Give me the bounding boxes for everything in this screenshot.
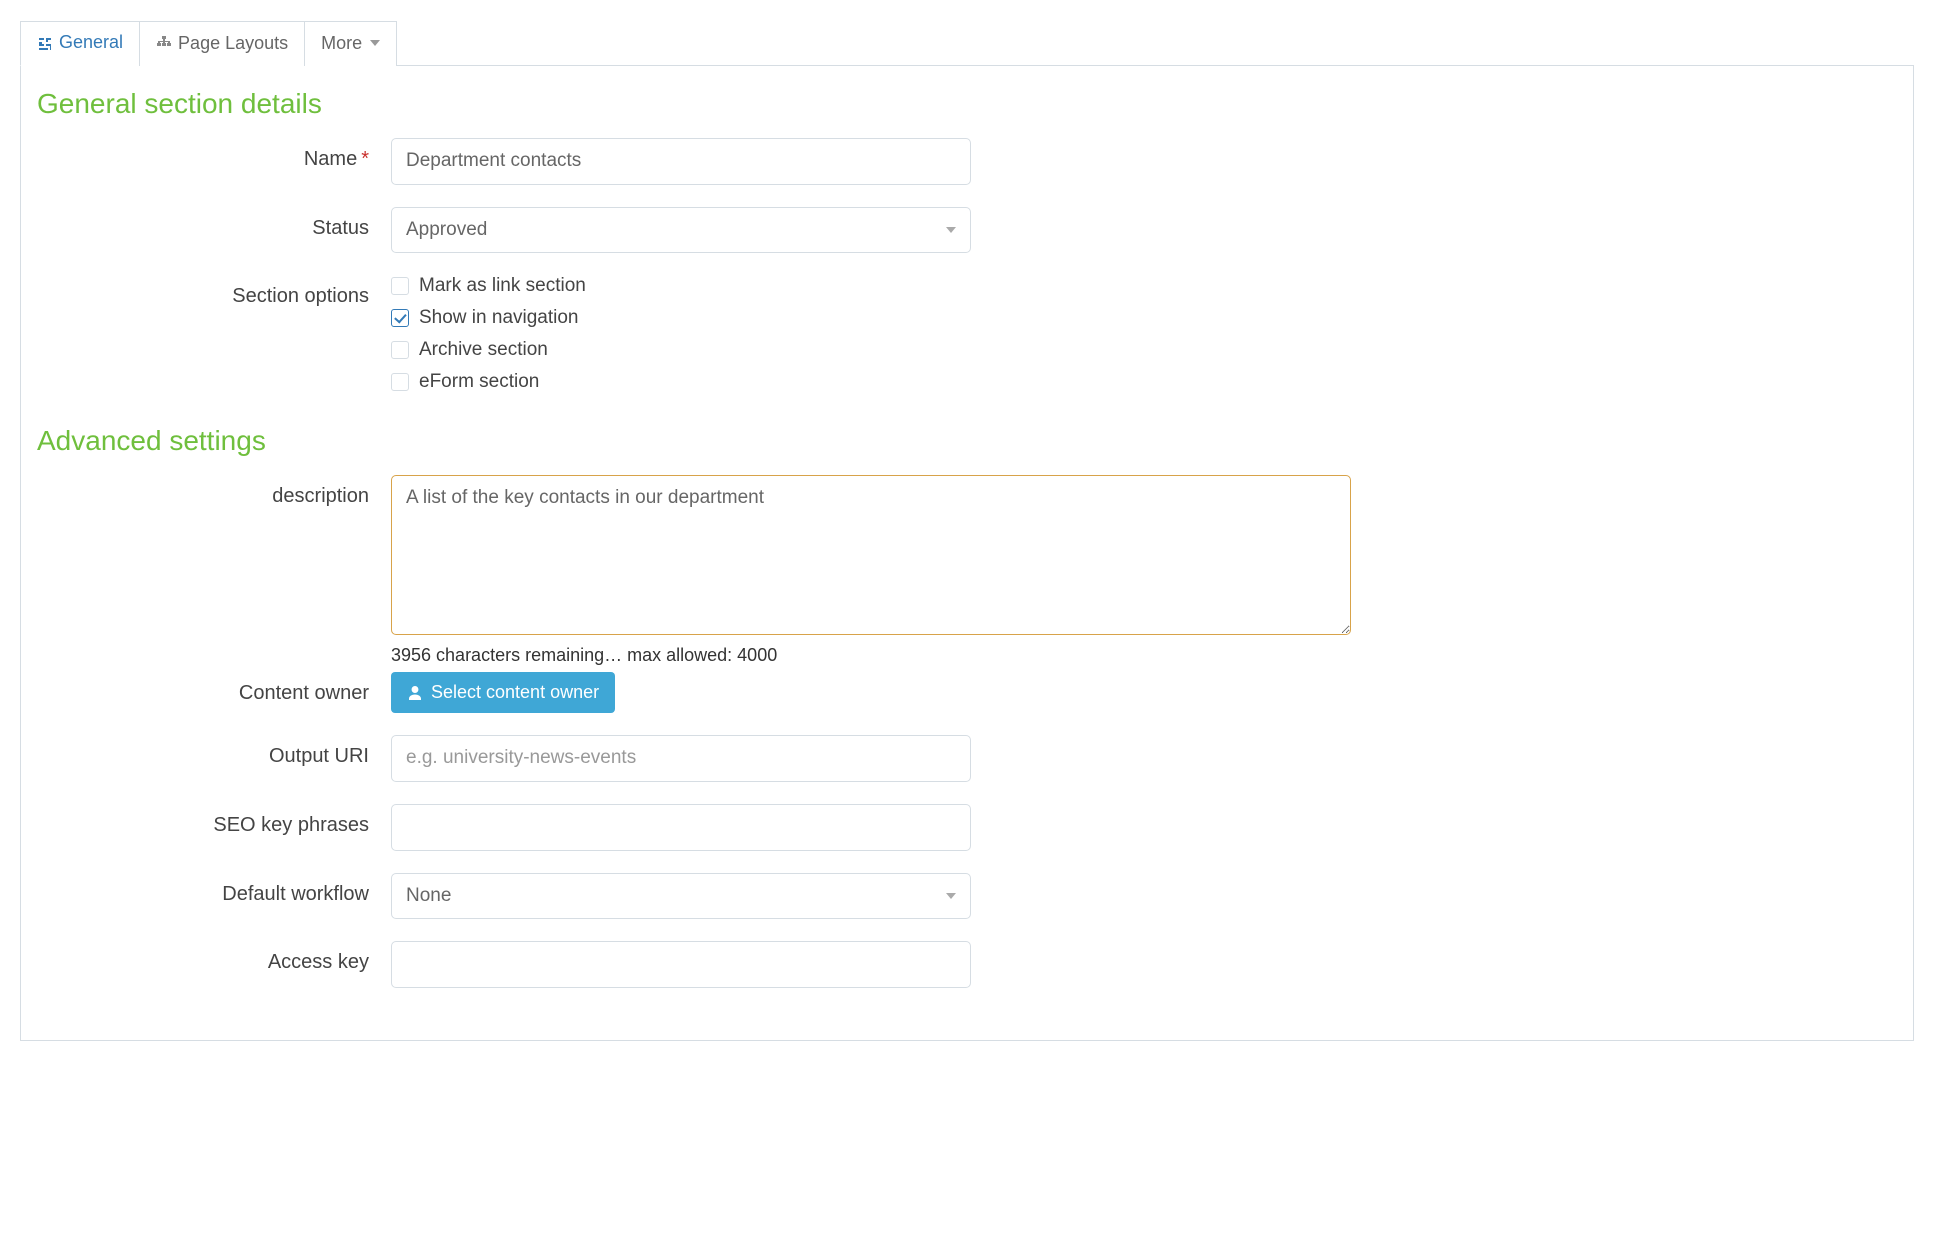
tab-page-layouts[interactable]: Page Layouts: [139, 21, 305, 66]
sliders-icon: [37, 35, 53, 51]
output-uri-label: Output URI: [31, 735, 391, 768]
caret-down-icon: [370, 40, 380, 46]
checkbox-show-nav-label: Show in navigation: [419, 307, 579, 329]
seo-label: SEO key phrases: [31, 804, 391, 837]
caret-down-icon: [946, 893, 956, 899]
workflow-label: Default workflow: [31, 873, 391, 906]
checkbox-eform[interactable]: [391, 373, 409, 391]
select-content-owner-button[interactable]: Select content owner: [391, 672, 615, 713]
required-marker: *: [357, 148, 369, 170]
tab-more-label: More: [321, 33, 362, 54]
access-key-label: Access key: [31, 941, 391, 974]
section-options-label: Section options: [31, 275, 391, 308]
tab-page-layouts-label: Page Layouts: [178, 33, 288, 54]
tab-more[interactable]: More: [304, 21, 397, 66]
seo-input[interactable]: [391, 804, 971, 851]
advanced-heading: Advanced settings: [37, 425, 1903, 457]
workflow-select[interactable]: None: [391, 873, 971, 920]
general-heading: General section details: [37, 88, 1903, 120]
user-icon: [407, 685, 423, 701]
description-label: description: [31, 475, 391, 508]
tab-bar: General Page Layouts More: [20, 20, 1914, 66]
tab-general[interactable]: General: [20, 21, 140, 66]
access-key-input[interactable]: [391, 941, 971, 988]
checkbox-eform-label: eForm section: [419, 371, 539, 393]
workflow-value: None: [406, 884, 451, 909]
select-content-owner-label: Select content owner: [431, 682, 599, 703]
checkbox-link-section[interactable]: [391, 277, 409, 295]
caret-down-icon: [946, 227, 956, 233]
panel: General section details Name* Status App…: [20, 66, 1914, 1041]
output-uri-input[interactable]: [391, 735, 971, 782]
status-value: Approved: [406, 218, 487, 243]
content-owner-label: Content owner: [31, 672, 391, 705]
checkbox-archive-label: Archive section: [419, 339, 548, 361]
checkbox-link-section-label: Mark as link section: [419, 275, 586, 297]
name-label: Name*: [31, 138, 391, 171]
status-select[interactable]: Approved: [391, 207, 971, 254]
status-label: Status: [31, 207, 391, 240]
char-remaining: 3956 characters remaining… max allowed: …: [391, 645, 1883, 666]
description-textarea[interactable]: [391, 475, 1351, 635]
checkbox-show-nav[interactable]: [391, 309, 409, 327]
sitemap-icon: [156, 35, 172, 51]
name-input[interactable]: [391, 138, 971, 185]
checkbox-archive[interactable]: [391, 341, 409, 359]
tab-general-label: General: [59, 32, 123, 53]
